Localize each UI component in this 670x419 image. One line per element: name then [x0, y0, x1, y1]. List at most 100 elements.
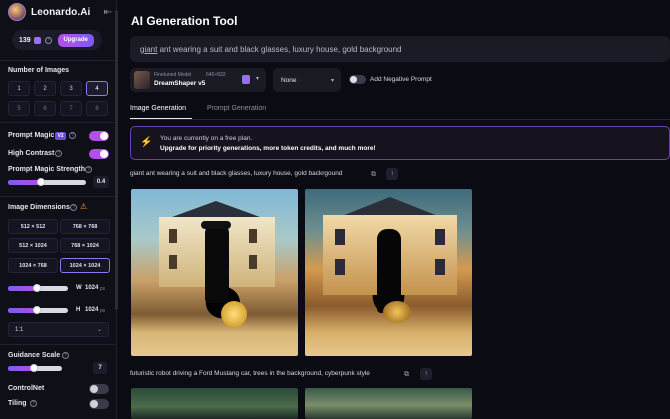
brand-row: Leonardo.Ai ⇤	[8, 3, 112, 21]
reuse-prompt-button[interactable]: ↑	[386, 168, 398, 180]
guidance-scale-label: Guidance Scale	[8, 352, 61, 359]
prompt-input[interactable]: giant ant wearing a suit and black glass…	[130, 36, 670, 62]
generated-image[interactable]	[131, 388, 298, 419]
prompt-magic-strength-slider[interactable]	[8, 180, 86, 185]
num-images-option[interactable]: 6	[34, 101, 56, 116]
prompt-magic-help-icon[interactable]: ?	[69, 132, 76, 139]
num-images-option[interactable]: 3	[60, 81, 82, 96]
gold-abdomen	[383, 301, 411, 323]
tab-image-generation[interactable]: Image Generation	[130, 105, 186, 112]
window	[169, 255, 177, 269]
toggle-knob	[90, 400, 98, 408]
high-contrast-help-icon[interactable]: ?	[55, 150, 62, 157]
height-value[interactable]: 1024	[85, 307, 98, 313]
dimension-option[interactable]: 1024 × 768	[8, 258, 58, 273]
prompt-magic-toggle[interactable]	[89, 131, 109, 141]
toggle-knob	[100, 150, 108, 158]
image-dimensions-label: Image Dimensions	[8, 204, 70, 211]
banner-line-2[interactable]: Upgrade for priority generations, more t…	[160, 145, 376, 152]
window	[249, 229, 257, 243]
prompt-magic-strength-slider-handle[interactable]	[37, 178, 45, 186]
window	[249, 255, 257, 269]
gold-abdomen	[221, 301, 247, 327]
num-images-option[interactable]: 1	[8, 81, 30, 96]
prompt-magic-strength-value[interactable]: 0.4	[93, 176, 109, 188]
prompt-rest: ant wearing a suit and black glasses, lu…	[157, 44, 402, 54]
window	[335, 259, 345, 275]
model-resolution: 640×832	[206, 72, 226, 78]
house-roof	[344, 197, 436, 215]
model-kind: Finetuned Model	[154, 72, 192, 78]
tiling-label: Tiling	[8, 400, 27, 407]
window	[435, 229, 445, 245]
dimension-option[interactable]: 512 × 1024	[8, 238, 58, 253]
num-images-option[interactable]: 8	[86, 101, 108, 116]
toggle-knob	[350, 76, 357, 83]
dimension-option[interactable]: 512 × 512	[8, 219, 58, 234]
prompt-first-word: giant	[140, 44, 158, 54]
tab-prompt-generation[interactable]: Prompt Generation	[207, 105, 266, 112]
banner-line-1: You are currently on a free plan.	[160, 135, 253, 142]
collapse-sidebar-icon[interactable]: ⇤	[104, 7, 112, 18]
prompt-magic-strength-help-icon[interactable]: ?	[85, 166, 92, 173]
width-unit: px	[100, 286, 106, 292]
image-dimensions-help-icon[interactable]: ?	[70, 204, 77, 211]
tiling-help-icon[interactable]: ?	[30, 400, 37, 407]
num-images-option[interactable]: 7	[60, 101, 82, 116]
window	[169, 229, 177, 243]
height-slider-handle[interactable]	[33, 306, 41, 314]
guidance-scale-help-icon[interactable]: ?	[62, 352, 69, 359]
guidance-scale-slider-handle[interactable]	[30, 364, 38, 372]
tabs-divider	[130, 119, 670, 120]
free-plan-banner: ⚡ You are currently on a free plan. Upgr…	[130, 126, 670, 160]
chevron-down-icon: ⌄	[96, 327, 102, 333]
reuse-prompt-button[interactable]: ↑	[420, 368, 432, 380]
dimension-option-selected[interactable]: 1024 × 1024	[60, 258, 110, 273]
num-images-option-selected[interactable]: 4	[86, 81, 108, 96]
upgrade-button[interactable]: Upgrade	[57, 33, 94, 47]
main-panel: AI Generation Tool giant ant wearing a s…	[118, 0, 670, 419]
house-roof	[172, 201, 260, 217]
num-images-option[interactable]: 5	[8, 101, 30, 116]
style-select-value: None	[281, 76, 297, 84]
brand-name: Leonardo.Ai	[31, 6, 91, 18]
tiling-toggle[interactable]	[89, 399, 109, 409]
sunglasses	[201, 221, 231, 229]
window	[435, 259, 445, 275]
height-label: H	[76, 307, 81, 313]
guidance-scale-value[interactable]: 7	[93, 362, 107, 374]
num-images-option[interactable]: 2	[34, 81, 56, 96]
prompt-magic-label: Prompt Magic	[8, 132, 55, 139]
copy-icon[interactable]: ⧉	[402, 370, 411, 379]
window	[335, 229, 345, 245]
credits-count: 139	[19, 36, 31, 44]
model-name: DreamShaper v5	[154, 80, 206, 87]
width-value[interactable]: 1024	[85, 285, 98, 291]
credits-help-icon[interactable]: ?	[44, 36, 52, 44]
app-window: Leonardo.Ai ⇤ 139 ? Upgrade Number of Im…	[0, 0, 670, 419]
page-title: AI Generation Tool	[131, 14, 238, 28]
controlnet-label: ControlNet	[8, 385, 45, 392]
copy-icon[interactable]: ⧉	[369, 170, 378, 179]
model-thumbnail	[134, 71, 150, 89]
style-select[interactable]: None ▾	[273, 68, 341, 92]
toggle-knob	[90, 385, 98, 393]
prompt-magic-strength-label: Prompt Magic Strength	[8, 166, 86, 173]
sidebar: Leonardo.Ai ⇤ 139 ? Upgrade Number of Im…	[0, 0, 117, 419]
chevron-down-icon: ▾	[256, 76, 260, 82]
dimension-option[interactable]: 768 × 1024	[60, 238, 110, 253]
generated-image[interactable]	[305, 189, 472, 356]
aspect-ratio-select[interactable]: 1:1 ⌄	[8, 322, 109, 337]
width-slider-handle[interactable]	[33, 284, 41, 292]
controlnet-toggle[interactable]	[89, 384, 109, 394]
generated-image[interactable]	[131, 189, 298, 356]
dimension-option[interactable]: 768 × 768	[60, 219, 110, 234]
negative-prompt-label[interactable]: Add Negative Prompt	[370, 76, 432, 83]
high-contrast-toggle[interactable]	[89, 149, 109, 159]
prompt-magic-version-badge: V2	[55, 132, 66, 140]
negative-prompt-toggle[interactable]	[349, 75, 366, 84]
model-selector[interactable]: Finetuned Model 640×832 DreamShaper v5 ▾	[130, 68, 266, 92]
divider	[0, 344, 115, 345]
generated-image[interactable]	[305, 388, 472, 419]
number-of-images-label: Number of Images	[8, 67, 70, 74]
